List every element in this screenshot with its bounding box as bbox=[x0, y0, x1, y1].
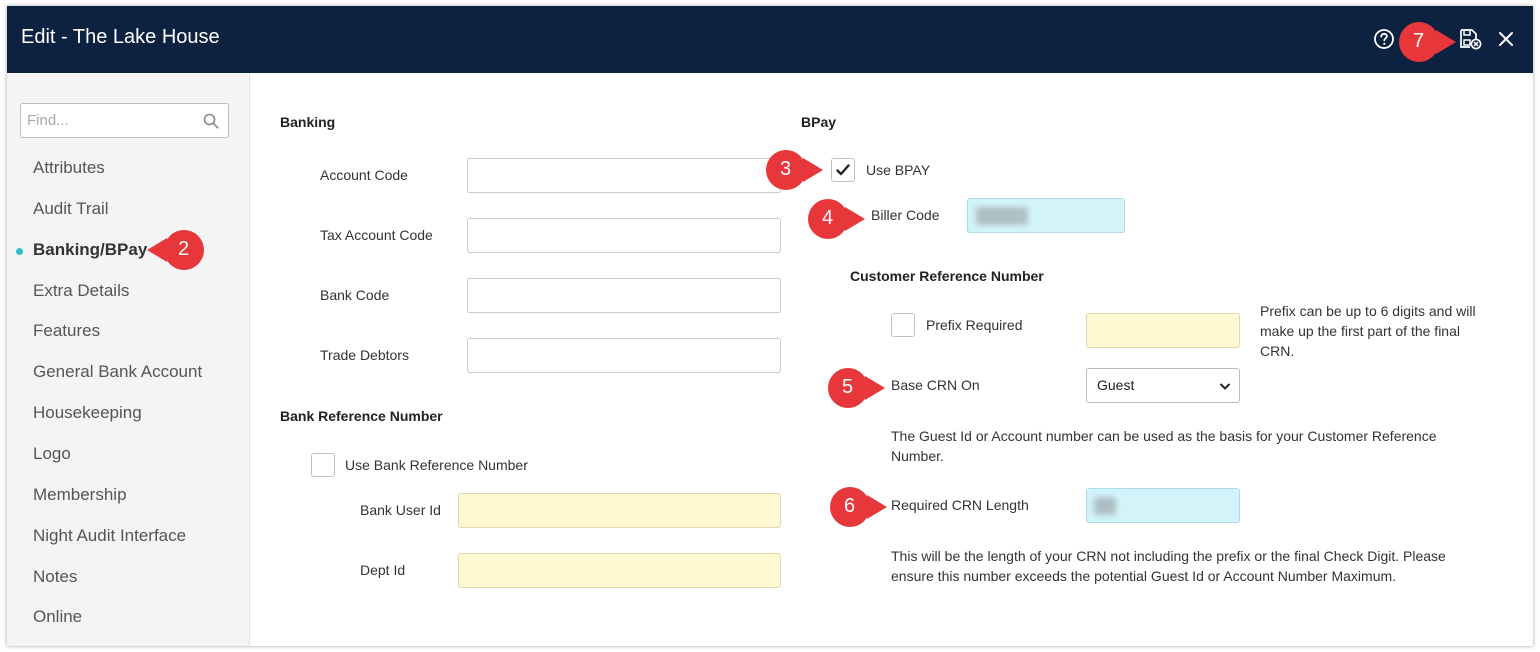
base-crn-select[interactable]: Guest bbox=[1086, 368, 1240, 403]
sidebar-item-label: Banking/BPay bbox=[33, 240, 148, 259]
title-bar: Edit - The Lake House bbox=[7, 6, 1533, 73]
bank-user-id-input[interactable] bbox=[458, 493, 781, 528]
use-bpay-checkbox[interactable] bbox=[831, 158, 855, 182]
bank-code-input[interactable] bbox=[467, 278, 781, 313]
sidebar-item-audit-trail[interactable]: Audit Trail bbox=[33, 199, 109, 219]
checkmark-icon bbox=[836, 164, 850, 176]
biller-code-input[interactable] bbox=[967, 198, 1125, 233]
tax-account-code-label: Tax Account Code bbox=[320, 227, 433, 243]
edit-dialog: Edit - The Lake House Attributes Audit T… bbox=[7, 6, 1533, 646]
search-icon bbox=[203, 113, 219, 129]
tax-account-code-input[interactable] bbox=[467, 218, 781, 253]
active-indicator bbox=[16, 248, 23, 255]
base-crn-label: Base CRN On bbox=[891, 377, 980, 393]
sidebar-item-general-bank-account[interactable]: General Bank Account bbox=[33, 362, 202, 382]
callout-marker: 3 bbox=[757, 149, 827, 191]
sidebar-item-online[interactable]: Online bbox=[33, 607, 82, 627]
account-code-label: Account Code bbox=[320, 167, 408, 183]
sidebar-item-logo[interactable]: Logo bbox=[33, 444, 71, 464]
bpay-heading: BPay bbox=[801, 114, 837, 130]
trade-debtors-label: Trade Debtors bbox=[320, 347, 409, 363]
biller-code-label: Biller Code bbox=[871, 207, 940, 223]
callout-number: 6 bbox=[844, 495, 856, 517]
callout-marker: 5 bbox=[819, 367, 889, 409]
sidebar: Attributes Audit Trail Banking/BPay Extr… bbox=[7, 73, 250, 646]
crn-length-help-text: This will be the length of your CRN not … bbox=[891, 548, 1446, 584]
prefix-required-checkbox[interactable] bbox=[891, 313, 915, 337]
use-bank-reference-checkbox[interactable] bbox=[311, 453, 335, 477]
callout-number: 2 bbox=[178, 238, 190, 260]
callout-number: 7 bbox=[1413, 30, 1425, 52]
sidebar-item-features[interactable]: Features bbox=[33, 321, 100, 341]
bank-code-label: Bank Code bbox=[320, 287, 390, 303]
use-bank-reference-label: Use Bank Reference Number bbox=[345, 457, 528, 473]
sidebar-item-notes[interactable]: Notes bbox=[33, 567, 77, 587]
sidebar-item-banking-bpay[interactable]: Banking/BPay bbox=[16, 240, 148, 260]
use-bpay-label: Use BPAY bbox=[866, 162, 931, 178]
base-crn-value: Guest bbox=[1097, 377, 1135, 393]
callout-marker: 4 bbox=[799, 198, 869, 240]
prefix-required-label: Prefix Required bbox=[926, 317, 1023, 333]
sidebar-item-night-audit-interface[interactable]: Night Audit Interface bbox=[33, 526, 186, 546]
base-crn-help-text: The Guest Id or Account number can be us… bbox=[891, 428, 1437, 464]
callout-number: 3 bbox=[780, 158, 792, 180]
sidebar-item-attributes[interactable]: Attributes bbox=[33, 158, 105, 178]
trade-debtors-input[interactable] bbox=[467, 338, 781, 373]
bank-reference-heading: Bank Reference Number bbox=[280, 408, 443, 424]
dept-id-label: Dept Id bbox=[360, 562, 406, 578]
callout-marker: 7 bbox=[1390, 21, 1460, 63]
banking-heading: Banking bbox=[280, 114, 336, 130]
sidebar-item-housekeeping[interactable]: Housekeeping bbox=[33, 403, 142, 423]
sidebar-search bbox=[20, 103, 229, 138]
callout-number: 5 bbox=[842, 376, 854, 398]
required-crn-length-label: Required CRN Length bbox=[891, 497, 1029, 513]
chevron-down-icon bbox=[1219, 383, 1231, 390]
prefix-input[interactable] bbox=[1086, 313, 1240, 348]
account-code-input[interactable] bbox=[467, 158, 781, 193]
crn-heading: Customer Reference Number bbox=[850, 268, 1044, 284]
callout-marker: 6 bbox=[821, 486, 891, 528]
sidebar-item-membership[interactable]: Membership bbox=[33, 485, 127, 505]
sidebar-item-extra-details[interactable]: Extra Details bbox=[33, 281, 129, 301]
close-icon[interactable] bbox=[1495, 28, 1517, 50]
redacted-value bbox=[976, 207, 1028, 225]
dialog-title: Edit - The Lake House bbox=[21, 26, 220, 48]
bank-user-id-label: Bank User Id bbox=[360, 502, 441, 518]
required-crn-length-input[interactable] bbox=[1086, 488, 1240, 523]
redacted-value bbox=[1094, 497, 1116, 515]
search-input[interactable] bbox=[21, 104, 196, 137]
callout-marker: 2 bbox=[143, 229, 213, 271]
callout-number: 4 bbox=[822, 207, 834, 229]
prefix-help-text: Prefix can be up to 6 digits and will ma… bbox=[1260, 303, 1476, 359]
dept-id-input[interactable] bbox=[458, 553, 781, 588]
save-close-icon[interactable] bbox=[1458, 28, 1482, 50]
